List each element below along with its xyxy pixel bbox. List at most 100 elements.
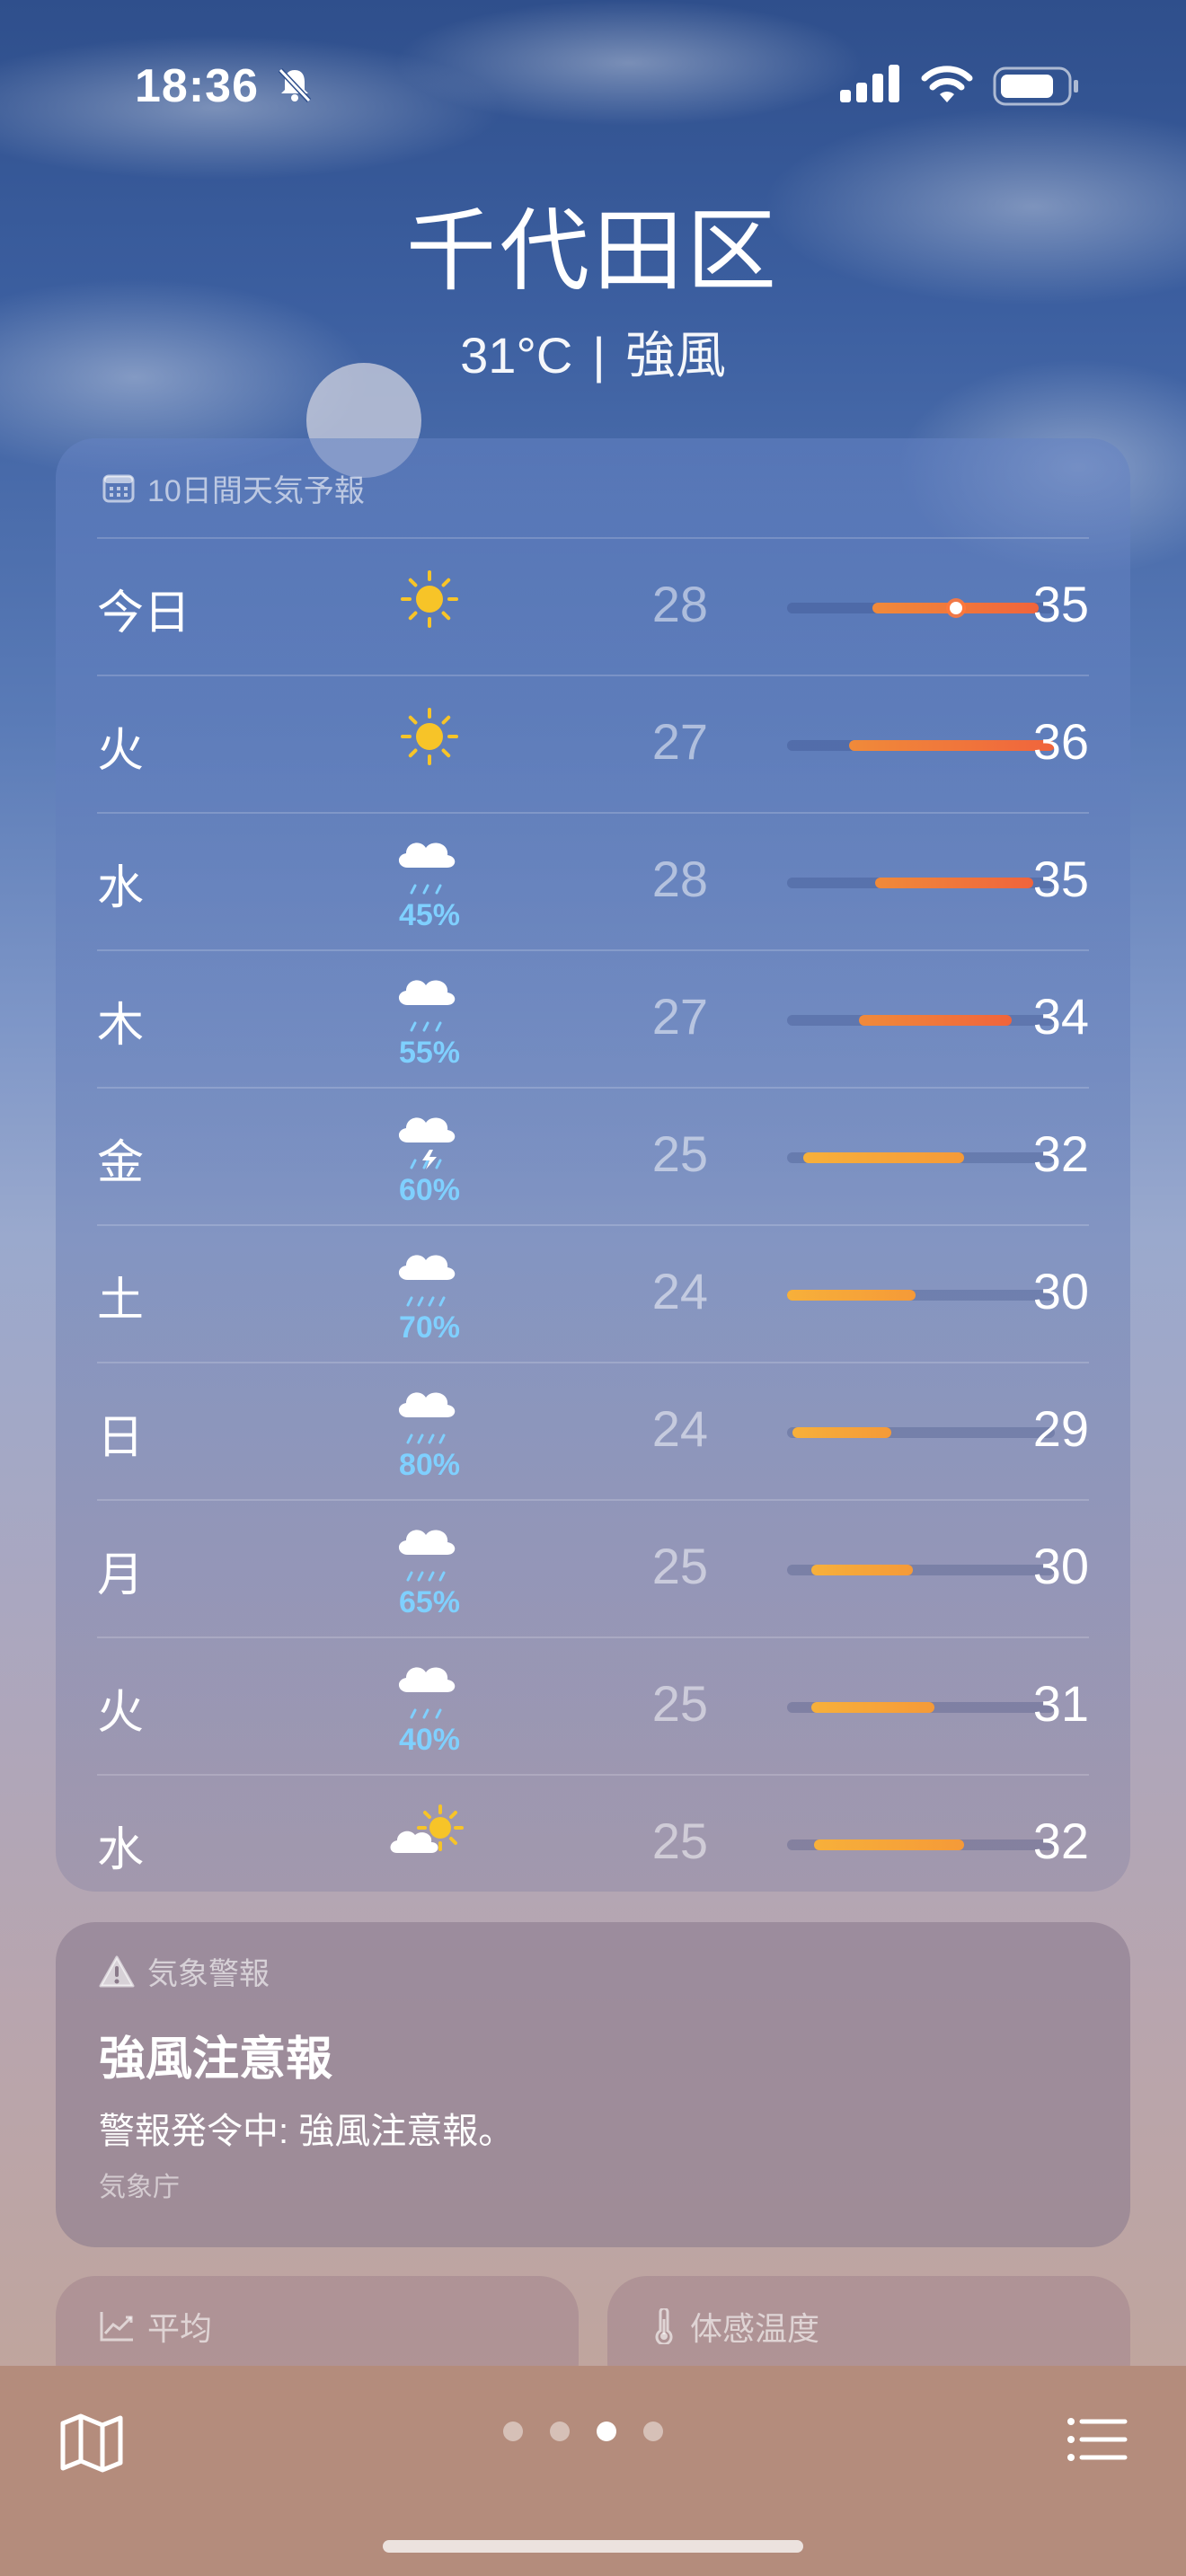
precipitation-chance: 65% <box>398 1585 461 1619</box>
page-dot-current[interactable] <box>597 2422 616 2441</box>
forecast-icon-cell: 45% <box>385 834 474 932</box>
forecast-day: 今日 <box>97 587 191 640</box>
list-icon[interactable] <box>1060 2404 1132 2475</box>
forecast-row[interactable]: 金 60% 25 32 <box>97 1087 1089 1224</box>
forecast-day: 火 <box>97 1687 145 1739</box>
page-dot[interactable] <box>643 2422 663 2441</box>
forecast-icon-cell: 55% <box>385 971 474 1070</box>
current-summary: 31°C | 強風 <box>0 315 1186 388</box>
average-card-header: 平均 <box>99 2303 212 2350</box>
ten-day-forecast-card[interactable]: 10日間天気予報 今日 28 35 火 27 36 水 45% 28 35 木 55% 27 34 金 60%… <box>56 438 1130 1892</box>
battery-icon <box>993 66 1078 106</box>
temperature-range-fill <box>810 1565 914 1575</box>
forecast-row[interactable]: 今日 28 35 <box>97 537 1089 675</box>
alert-card-label: 気象警報 <box>147 1957 270 1991</box>
forecast-day: 日 <box>97 1412 145 1464</box>
forecast-icon-cell: 80% <box>385 1383 474 1482</box>
wifi-icon <box>921 66 973 102</box>
bottom-toolbar <box>0 2366 1186 2576</box>
high-temperature: 31 <box>1032 1675 1089 1732</box>
temperature-range-fill <box>813 1839 964 1850</box>
high-temperature: 30 <box>1032 1263 1089 1319</box>
temperature-range-fill <box>875 878 1034 888</box>
home-indicator[interactable] <box>383 2540 803 2553</box>
forecast-row[interactable]: 火 40% 25 31 <box>97 1636 1089 1774</box>
low-temperature: 25 <box>651 1125 708 1182</box>
low-temperature: 27 <box>651 988 708 1045</box>
temperature-range-fill <box>810 1702 934 1713</box>
forecast-card-title: 10日間天気予報 <box>147 473 365 508</box>
current-temperature-marker <box>949 602 962 614</box>
precipitation-chance: 40% <box>398 1723 461 1757</box>
temperature-range-fill <box>859 1015 1013 1026</box>
high-temperature: 36 <box>1032 713 1089 770</box>
page-indicator[interactable] <box>503 2422 663 2441</box>
city-name: 千代田区 <box>406 201 780 302</box>
cloud-rain-icon <box>398 842 456 895</box>
current-temperature: 31°C <box>460 327 573 384</box>
high-temperature: 34 <box>1032 988 1089 1045</box>
temperature-range-bar <box>787 740 1055 751</box>
status-bar: 18:36 <box>0 54 1186 117</box>
temperature-range-bar <box>787 1290 1055 1301</box>
high-temperature: 32 <box>1032 1125 1089 1182</box>
forecast-row[interactable]: 水 45% 28 35 <box>97 812 1089 949</box>
cloud-heavy-rain-icon <box>398 1255 456 1307</box>
temperature-range-fill <box>787 1290 916 1301</box>
cloud-heavy-rain-icon <box>398 1392 456 1444</box>
forecast-day: 金 <box>97 1137 145 1189</box>
forecast-icon-cell: 60% <box>385 1108 474 1207</box>
forecast-icon-cell <box>385 1795 474 1894</box>
high-temperature: 32 <box>1032 1813 1089 1869</box>
forecast-icon-cell: 65% <box>385 1521 474 1619</box>
forecast-day: 土 <box>97 1275 145 1327</box>
forecast-day: 月 <box>97 1549 145 1601</box>
forecast-rows: 今日 28 35 火 27 36 水 45% 28 35 木 55% 27 34 金 60% 25 32 土 70% 2… <box>97 537 1089 1911</box>
forecast-icon-cell: 70% <box>385 1246 474 1345</box>
low-temperature: 25 <box>651 1538 708 1594</box>
low-temperature: 28 <box>651 851 708 907</box>
temperature-range-fill <box>802 1152 964 1163</box>
high-temperature: 30 <box>1032 1538 1089 1594</box>
precipitation-chance: 60% <box>398 1173 461 1207</box>
forecast-row[interactable]: 火 27 36 <box>97 675 1089 812</box>
cellular-signal-icon <box>840 65 899 102</box>
forecast-day: 木 <box>97 1000 145 1052</box>
temperature-range-bar <box>787 1152 1055 1163</box>
current-condition: 強風 <box>624 327 726 384</box>
page-dot[interactable] <box>503 2422 523 2441</box>
temperature-range-bar <box>787 602 1055 614</box>
precipitation-chance: 80% <box>398 1448 461 1482</box>
forecast-row[interactable]: 水 25 32 <box>97 1774 1089 1911</box>
forecast-row[interactable]: 月 65% 25 30 <box>97 1499 1089 1636</box>
precipitation-chance: 55% <box>398 1036 461 1070</box>
warning-icon <box>99 1955 135 1987</box>
low-temperature: 25 <box>651 1675 708 1732</box>
forecast-icon-cell <box>385 559 474 657</box>
temperature-range-bar <box>787 1565 1055 1575</box>
alert-source: 気象庁 <box>99 2173 180 2202</box>
high-temperature: 35 <box>1032 576 1089 632</box>
forecast-day: 水 <box>97 862 145 914</box>
temperature-range-fill <box>848 740 1055 751</box>
page-dot[interactable] <box>550 2422 570 2441</box>
feels-like-card-title: 体感温度 <box>690 2310 820 2347</box>
forecast-icon-cell: 40% <box>385 1658 474 1757</box>
temperature-range-fill <box>792 1427 892 1438</box>
temperature-range-bar <box>787 1839 1055 1850</box>
clock: 18:36 <box>135 60 259 112</box>
thermometer-icon <box>655 2308 673 2344</box>
forecast-row[interactable]: 日 80% 24 29 <box>97 1362 1089 1499</box>
sun-icon <box>401 570 458 628</box>
low-temperature: 24 <box>651 1400 708 1457</box>
low-temperature: 25 <box>651 1813 708 1869</box>
low-temperature: 28 <box>651 576 708 632</box>
temperature-range-bar <box>787 1702 1055 1713</box>
forecast-row[interactable]: 木 55% 27 34 <box>97 949 1089 1087</box>
map-icon[interactable] <box>56 2407 128 2479</box>
weather-alert-card[interactable]: 気象警報 強風注意報 警報発令中: 強風注意報。 気象庁 <box>56 1922 1130 2247</box>
feels-like-card-header: 体感温度 <box>651 2303 819 2350</box>
temperature-range-bar <box>787 878 1055 888</box>
forecast-icon-cell <box>385 696 474 795</box>
forecast-row[interactable]: 土 70% 24 30 <box>97 1224 1089 1362</box>
